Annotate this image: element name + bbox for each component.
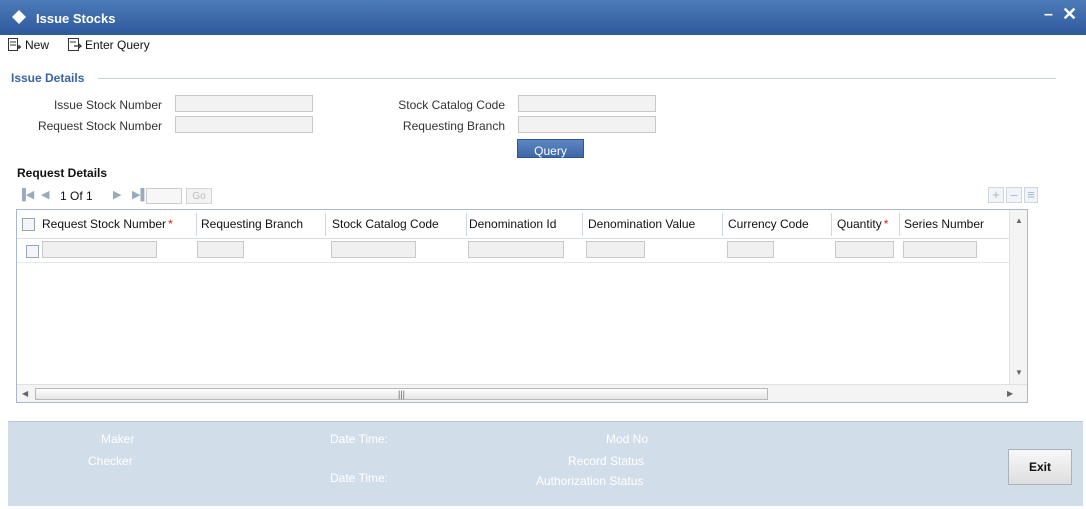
query-button[interactable]: Query — [517, 139, 584, 158]
go-button[interactable]: Go — [186, 188, 212, 204]
new-icon — [8, 38, 21, 51]
request-stock-number-cell[interactable] — [42, 241, 157, 258]
column-header[interactable]: Request Stock Number * — [42, 210, 173, 239]
required-marker: * — [168, 217, 173, 231]
column-header[interactable]: Stock Catalog Code — [332, 210, 439, 239]
single-view-icon[interactable]: ≡ — [1024, 187, 1038, 203]
scroll-up-icon[interactable]: ▲ — [1015, 216, 1023, 225]
column-divider — [196, 213, 197, 236]
enter-query-button[interactable]: Enter Query — [68, 38, 150, 54]
column-divider — [899, 213, 900, 236]
stock-catalog-code-input[interactable] — [518, 95, 656, 112]
window-title: Issue Stocks — [36, 11, 116, 26]
date-time-label: Date Time: — [330, 432, 389, 446]
column-divider — [466, 213, 467, 236]
request-stock-number-label: Request Stock Number — [37, 119, 162, 133]
denomination-value-cell[interactable] — [586, 241, 645, 258]
request-details-grid: Request Stock Number * Requesting Branch … — [16, 209, 1028, 403]
query-icon — [68, 38, 82, 51]
minimize-icon[interactable]: – — [1044, 6, 1053, 24]
series-number-cell[interactable] — [903, 241, 977, 258]
vertical-scrollbar[interactable]: ▲ ▼ — [1009, 210, 1027, 384]
row-checkbox[interactable] — [26, 245, 39, 258]
column-header[interactable]: Quantity * — [837, 210, 888, 239]
new-button[interactable]: New — [8, 38, 49, 54]
column-divider — [831, 213, 832, 236]
scroll-right-icon[interactable]: ▶ — [1007, 389, 1013, 398]
column-header[interactable]: Currency Code — [728, 210, 809, 239]
column-divider — [582, 213, 583, 236]
requesting-branch-cell[interactable] — [197, 241, 244, 258]
page-indicator: 1 Of 1 — [60, 189, 93, 203]
select-all-checkbox[interactable] — [22, 218, 35, 231]
requesting-branch-input[interactable] — [518, 116, 656, 133]
authorization-status-label: Authorization Status — [536, 474, 644, 488]
date-time-label: Date Time: — [330, 471, 389, 485]
horizontal-scrollbar[interactable]: ◀ ||| ▶ — [17, 384, 1027, 402]
audit-footer — [8, 421, 1083, 506]
column-divider — [722, 213, 723, 236]
add-row-icon[interactable]: + — [988, 187, 1004, 203]
column-header[interactable]: Requesting Branch — [201, 210, 303, 239]
mod-no-label: Mod No — [606, 432, 649, 446]
issue-details-title: Issue Details — [11, 71, 85, 85]
scroll-left-icon[interactable]: ◀ — [22, 389, 28, 398]
request-stock-number-input[interactable] — [175, 116, 313, 133]
enter-query-label: Enter Query — [85, 38, 150, 52]
checker-label: Checker — [88, 454, 133, 468]
denomination-id-cell[interactable] — [468, 241, 564, 258]
maker-label: Maker — [101, 432, 135, 446]
record-status-label: Record Status — [568, 454, 645, 468]
issue-stock-number-label: Issue Stock Number — [53, 98, 162, 112]
column-header[interactable]: Denomination Id — [469, 210, 556, 239]
first-page-icon[interactable]: ▐◀ — [18, 188, 34, 201]
next-page-icon[interactable]: ▶ — [113, 188, 121, 201]
currency-code-cell[interactable] — [727, 241, 774, 258]
column-divider — [325, 213, 326, 236]
scroll-down-icon[interactable]: ▼ — [1015, 368, 1023, 377]
issue-stock-number-input[interactable] — [175, 95, 313, 112]
new-label: New — [25, 38, 50, 52]
exit-button[interactable]: Exit — [1008, 449, 1072, 485]
grid-header: Request Stock Number * Requesting Branch … — [17, 210, 1009, 239]
stock-catalog-code-cell[interactable] — [331, 241, 416, 258]
required-marker: * — [883, 217, 889, 231]
row-divider — [17, 262, 1009, 263]
delete-row-icon[interactable]: – — [1006, 187, 1022, 203]
section-divider — [98, 78, 1056, 79]
request-details-title: Request Details — [17, 166, 108, 180]
requesting-branch-label: Requesting Branch — [402, 119, 505, 133]
page-number-input[interactable] — [146, 188, 182, 204]
horizontal-scroll-thumb[interactable]: ||| — [35, 388, 768, 400]
previous-page-icon[interactable]: ◀ — [41, 188, 49, 201]
column-header[interactable]: Denomination Value — [588, 210, 695, 239]
diamond-icon — [12, 10, 26, 24]
column-header[interactable]: Series Number — [904, 210, 984, 239]
stock-catalog-code-label: Stock Catalog Code — [398, 98, 505, 112]
quantity-cell[interactable] — [835, 241, 894, 258]
close-icon[interactable]: ✕ — [1062, 4, 1077, 25]
title-bar: Issue Stocks – ✕ — [0, 0, 1086, 35]
